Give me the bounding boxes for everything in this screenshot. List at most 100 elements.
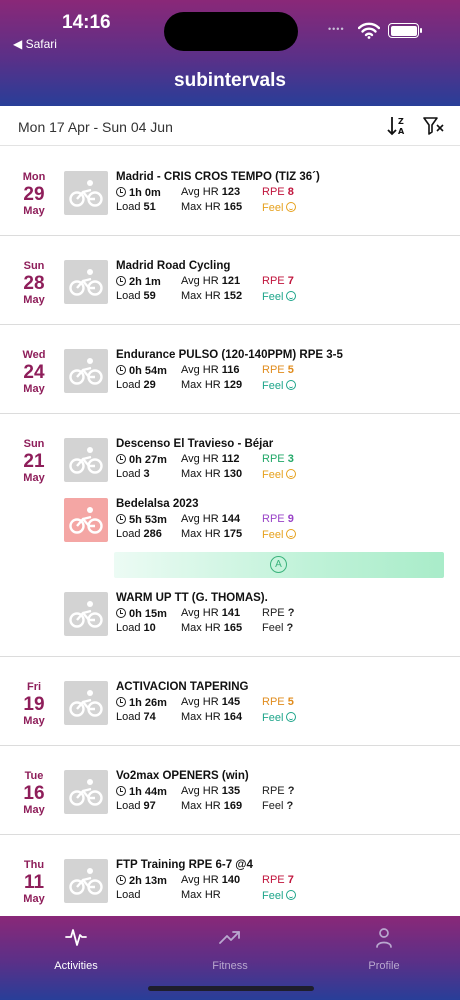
- day-date: Wed 24 May: [14, 349, 54, 396]
- day-month: May: [23, 893, 45, 905]
- tab-profile[interactable]: Profile: [324, 926, 444, 972]
- cycling-icon: [64, 592, 108, 636]
- rpe: RPE 7: [262, 874, 294, 886]
- activity-row[interactable]: ACTIVACION TAPERING 1h 26m Avg HR 145 RPE 5…: [64, 681, 460, 727]
- smiley-icon: [286, 202, 297, 212]
- day-number: 24: [23, 362, 45, 383]
- max-hr-label: Max HR: [181, 379, 221, 391]
- filter-clear-icon[interactable]: [422, 114, 446, 138]
- avg-hr-value: 121: [221, 275, 241, 287]
- activity-list[interactable]: Mon 29 May Madrid - CRIS CROS TEMPO (TIZ 36…: [0, 147, 460, 917]
- feel: Feel: [262, 528, 297, 541]
- max-hr-label: Max HR: [181, 468, 221, 480]
- load-label: Load: [116, 379, 141, 391]
- load-label: Load: [116, 800, 141, 812]
- tab-label: Profile: [368, 960, 400, 972]
- date-range-label[interactable]: Mon 17 Apr - Sun 04 Jun: [18, 119, 173, 135]
- activity-row[interactable]: Descenso El Travieso - Béjar 0h 27m Avg HR…: [64, 438, 460, 484]
- activity-row[interactable]: Vo2max OPENERS (win) 1h 44m Avg HR 135 RPE …: [64, 770, 460, 816]
- duration: 1h 26m: [116, 696, 167, 709]
- max-hr: Max HR 169: [181, 800, 242, 812]
- rpe: RPE 5: [262, 364, 294, 376]
- sort-za-icon[interactable]: Z A: [386, 114, 410, 138]
- home-indicator[interactable]: [148, 986, 314, 991]
- day-of-week: Fri: [26, 681, 42, 693]
- day-of-week: Sun: [23, 438, 45, 450]
- clock-icon: [116, 697, 126, 707]
- load: Load 3: [116, 468, 150, 480]
- intensity-strip[interactable]: A: [114, 552, 444, 578]
- activity-row[interactable]: FTP Training RPE 6-7 @4 2h 13m Avg HR 140 R…: [64, 859, 460, 905]
- cycling-icon: [64, 770, 108, 814]
- activity-row[interactable]: WARM UP TT (G. THOMAS). 0h 15m Avg HR 141 R…: [64, 592, 460, 638]
- back-to-safari-link[interactable]: ◀ Safari: [13, 37, 57, 51]
- rpe-value: 5: [287, 364, 294, 376]
- cycling-icon: [64, 438, 108, 482]
- rpe: RPE 9: [262, 513, 294, 525]
- activity-title: Madrid Road Cycling: [116, 260, 231, 272]
- avg-hr-label: Avg HR: [181, 275, 219, 287]
- duration: 2h 13m: [116, 874, 167, 887]
- activity-title: Bedelalsa 2023: [116, 498, 199, 510]
- load-value: 59: [143, 290, 156, 302]
- day-month: May: [23, 472, 45, 484]
- max-hr: Max HR 164: [181, 711, 242, 723]
- smiley-icon: [286, 529, 297, 539]
- day-group: Wed 24 May Endurance PULSO (120-140PPM) RPE…: [0, 325, 460, 414]
- duration: 5h 53m: [116, 513, 167, 526]
- clock-icon: [116, 608, 126, 618]
- avg-hr-value: 135: [221, 785, 241, 797]
- max-hr: Max HR 130: [181, 468, 242, 480]
- day-group: Sun 28 May Madrid Road Cycling 2h 1m Avg HR 1…: [0, 236, 460, 325]
- avg-hr-label: Avg HR: [181, 785, 219, 797]
- load-value: 10: [143, 622, 156, 634]
- max-hr-value: 165: [223, 622, 243, 634]
- day-group: Sun 21 May Descenso El Travieso - Béjar 0h 2…: [0, 414, 460, 657]
- rpe: RPE 3: [262, 453, 294, 465]
- duration-value: 1h 26m: [129, 697, 167, 709]
- day-number: 16: [23, 783, 45, 804]
- activity-title: Vo2max OPENERS (win): [116, 770, 249, 782]
- max-hr: Max HR 165: [181, 201, 242, 213]
- duration: 0h 27m: [116, 453, 167, 466]
- avg-hr-value: 140: [221, 874, 241, 886]
- smiley-icon: [286, 469, 297, 479]
- rpe-label: RPE: [262, 696, 285, 708]
- clock-icon: [116, 187, 126, 197]
- duration-value: 5h 53m: [129, 514, 167, 526]
- day-month: May: [23, 804, 45, 816]
- svg-text:A: A: [398, 127, 405, 136]
- page-title: subintervals: [174, 70, 286, 91]
- load: Load 10: [116, 622, 156, 634]
- activity-title: FTP Training RPE 6-7 @4: [116, 859, 253, 871]
- feel: Feel: [262, 290, 297, 303]
- battery-icon: [388, 23, 422, 38]
- tab-activities[interactable]: Activities: [16, 926, 136, 972]
- activity-row[interactable]: Endurance PULSO (120-140PPM) RPE 3-5 0h 5…: [64, 349, 460, 395]
- rpe: RPE ?: [262, 607, 294, 619]
- activity-row[interactable]: Madrid Road Cycling 2h 1m Avg HR 121 RPE 7 L…: [64, 260, 460, 306]
- load-label: Load: [116, 711, 141, 723]
- tab-fitness[interactable]: Fitness: [170, 926, 290, 972]
- load-label: Load: [116, 622, 141, 634]
- max-hr-label: Max HR: [181, 290, 221, 302]
- cycling-icon: [64, 349, 108, 393]
- feel-label: Feel: [262, 380, 284, 392]
- cycling-icon: [64, 171, 108, 215]
- smiley-icon: [286, 380, 297, 390]
- rpe-value: 7: [287, 275, 294, 287]
- wifi-icon: [358, 22, 380, 39]
- day-number: 29: [23, 184, 45, 205]
- feel-label: Feel: [262, 890, 284, 902]
- rpe-value: 5: [287, 696, 294, 708]
- load-value: 286: [143, 528, 162, 540]
- day-month: May: [23, 383, 45, 395]
- duration: 1h 0m: [116, 186, 161, 199]
- max-hr-value: 152: [223, 290, 243, 302]
- activity-row[interactable]: Madrid - CRIS CROS TEMPO (TIZ 36´) 1h 0m A…: [64, 171, 460, 217]
- avg-hr: Avg HR 123: [181, 186, 240, 198]
- activity-row[interactable]: Bedelalsa 2023 5h 53m Avg HR 144 RPE 9 Load …: [64, 498, 460, 544]
- clock-icon: [116, 786, 126, 796]
- avg-hr: Avg HR 112: [181, 453, 240, 465]
- day-number: 21: [23, 451, 45, 472]
